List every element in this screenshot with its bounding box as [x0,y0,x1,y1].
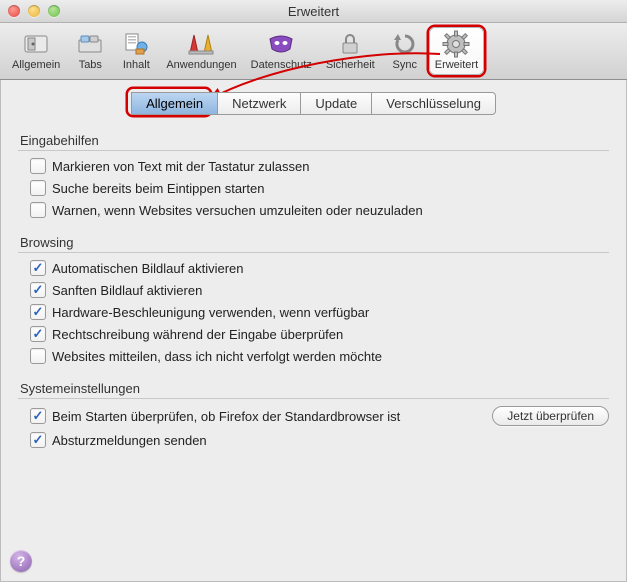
toolbar-label: Allgemein [12,59,60,71]
toolbar-label: Sicherheit [326,59,375,71]
option-hw-accel: Hardware-Beschleunigung verwenden, wenn … [18,301,609,323]
checkbox[interactable] [30,408,46,424]
section-title: Eingabehilfen [18,133,609,151]
section-title: Systemeinstellungen [18,381,609,399]
option-warn-redirect: Warnen, wenn Websites versuchen umzuleit… [18,199,609,221]
checkbox[interactable] [30,202,46,218]
checkbox-label: Warnen, wenn Websites versuchen umzuleit… [52,203,423,218]
checkbox[interactable] [30,260,46,276]
checkbox-label: Sanften Bildlauf aktivieren [52,283,202,298]
toolbar-label: Inhalt [123,59,150,71]
traffic-lights [0,5,60,17]
option-default-browser: Beim Starten überprüfen, ob Firefox der … [18,403,609,429]
checkbox[interactable] [30,326,46,342]
close-button[interactable] [8,5,20,17]
option-smooth-scroll: Sanften Bildlauf aktivieren [18,279,609,301]
checkbox-label: Hardware-Beschleunigung verwenden, wenn … [52,305,369,320]
toolbar-label: Datenschutz [251,59,312,71]
lock-icon [335,30,365,58]
option-dnt: Websites mitteilen, dass ich nicht verfo… [18,345,609,367]
checkbox-label: Suche bereits beim Eintippen starten [52,181,264,196]
toolbar-privacy[interactable]: Datenschutz [245,27,318,75]
tabs: Allgemein Netzwerk Update Verschlüsselun… [18,92,609,115]
window-title: Erweitert [0,4,627,19]
check-now-button[interactable]: Jetzt überprüfen [492,406,609,426]
toolbar-content[interactable]: Inhalt [114,27,158,75]
minimize-button[interactable] [28,5,40,17]
checkbox[interactable] [30,158,46,174]
mask-icon [266,30,296,58]
checkbox-label: Rechtschreibung während der Eingabe über… [52,327,343,342]
section-system: Systemeinstellungen Beim Starten überprü… [18,381,609,451]
tab-update[interactable]: Update [300,92,371,115]
preferences-window: Erweitert Allgemein Tabs Inhalt Anwendun… [0,0,627,582]
section-accessibility: Eingabehilfen Markieren von Text mit der… [18,133,609,221]
option-caret-browsing: Markieren von Text mit der Tastatur zula… [18,155,609,177]
sync-icon [390,30,420,58]
toolbar-security[interactable]: Sicherheit [320,27,381,75]
toolbar-advanced[interactable]: Erweitert [429,27,484,75]
content-icon [121,30,151,58]
toolbar-label: Tabs [79,59,102,71]
gear-icon [441,30,471,58]
checkbox[interactable] [30,304,46,320]
tabs-icon [75,30,105,58]
checkbox-label: Websites mitteilen, dass ich nicht verfo… [52,349,382,364]
toolbar-applications[interactable]: Anwendungen [160,27,242,75]
option-spellcheck: Rechtschreibung während der Eingabe über… [18,323,609,345]
checkbox[interactable] [30,348,46,364]
zoom-button[interactable] [48,5,60,17]
titlebar: Erweitert [0,0,627,23]
checkbox[interactable] [30,180,46,196]
toolbar-general[interactable]: Allgemein [6,27,66,75]
toolbar-tabs[interactable]: Tabs [68,27,112,75]
checkbox[interactable] [30,282,46,298]
help-glyph: ? [17,553,26,569]
toolbar-label: Erweitert [435,59,478,71]
toolbar-sync[interactable]: Sync [383,27,427,75]
section-title: Browsing [18,235,609,253]
checkbox-label: Automatischen Bildlauf aktivieren [52,261,244,276]
tab-label: Verschlüsselung [386,96,481,111]
option-type-to-search: Suche bereits beim Eintippen starten [18,177,609,199]
switch-icon [21,30,51,58]
toolbar: Allgemein Tabs Inhalt Anwendungen Datens… [0,23,627,80]
checkbox-label: Beim Starten überprüfen, ob Firefox der … [52,409,400,424]
tab-general[interactable]: Allgemein [131,92,217,115]
checkbox[interactable] [30,432,46,448]
toolbar-label: Sync [393,59,417,71]
option-crash-reports: Absturzmeldungen senden [18,429,609,451]
tab-label: Update [315,96,357,111]
tab-network[interactable]: Netzwerk [217,92,300,115]
checkbox-label: Absturzmeldungen senden [52,433,207,448]
content-area: Allgemein Netzwerk Update Verschlüsselun… [0,80,627,481]
tab-label: Allgemein [146,96,203,111]
section-browsing: Browsing Automatischen Bildlauf aktivier… [18,235,609,367]
option-autoscroll: Automatischen Bildlauf aktivieren [18,257,609,279]
help-button[interactable]: ? [10,550,32,572]
checkbox-label: Markieren von Text mit der Tastatur zula… [52,159,309,174]
tab-label: Netzwerk [232,96,286,111]
applications-icon [186,30,216,58]
tab-encryption[interactable]: Verschlüsselung [371,92,496,115]
toolbar-label: Anwendungen [166,59,236,71]
